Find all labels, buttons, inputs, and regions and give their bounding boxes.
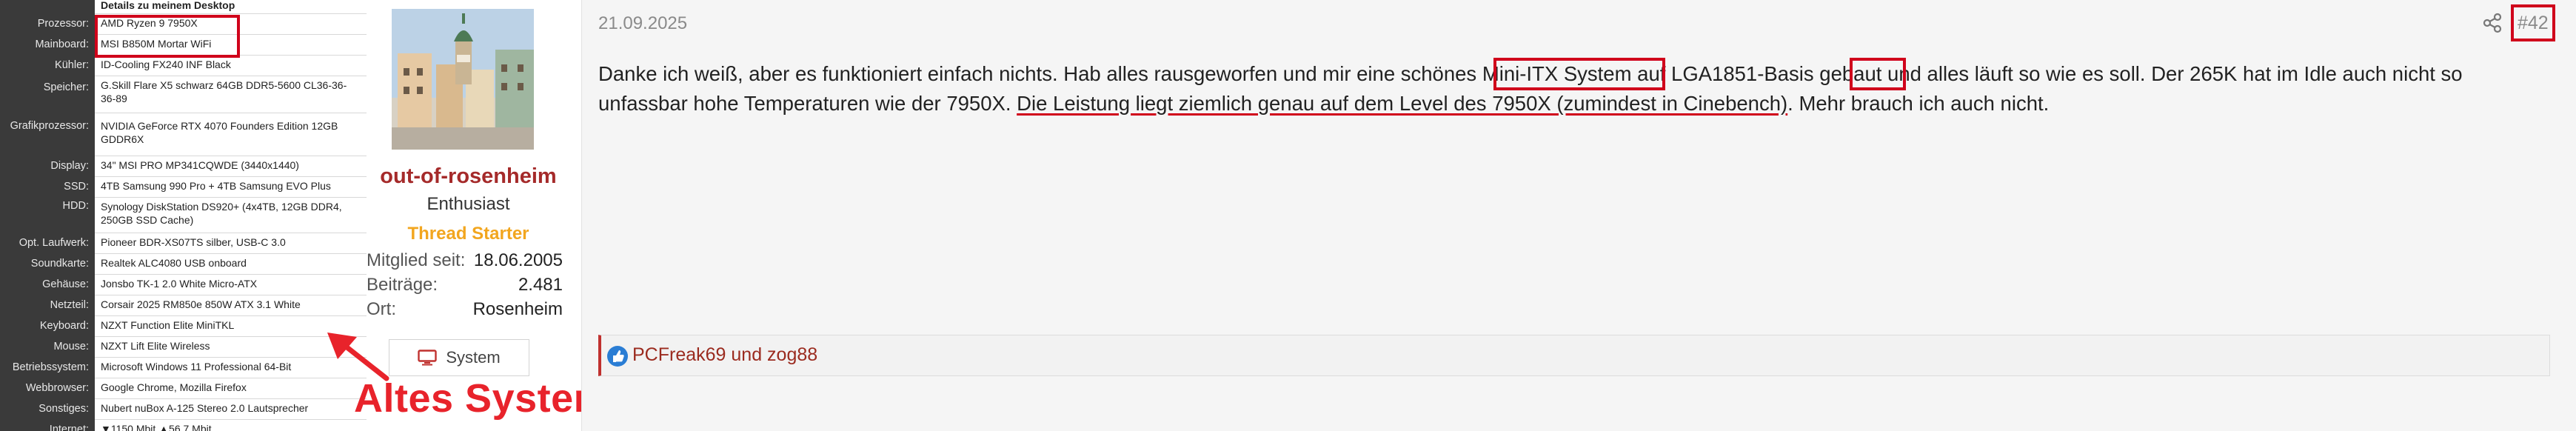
system-button[interactable]: System xyxy=(389,339,529,376)
spec-label: Netzteil: xyxy=(50,299,89,311)
spec-row: Gehäuse: Jonsbo TK-1 2.0 White Micro-ATX xyxy=(0,274,367,295)
spec-sidebar: Details zu meinem Desktop Prozessor: AMD… xyxy=(0,0,367,431)
spec-row: Grafikprozessor: NVIDIA GeForce RTX 4070… xyxy=(0,113,367,156)
spec-label: Kühler: xyxy=(55,59,89,71)
spec-label: Sonstiges: xyxy=(39,403,89,415)
spec-label: Prozessor: xyxy=(37,18,89,30)
spec-row: Netzteil: Corsair 2025 RM850e 850W ATX 3… xyxy=(0,295,367,315)
spec-label: Display: xyxy=(50,160,89,172)
spec-row: Betriebssystem: Microsoft Windows 11 Pro… xyxy=(0,357,367,378)
post-text-segment: . Mehr brauch ich auch nicht. xyxy=(1787,92,2050,115)
spec-label: Mouse: xyxy=(53,341,89,353)
spec-header-title: Details zu meinem Desktop xyxy=(101,0,235,11)
spec-row: Display: 34" MSI PRO MP341CQWDE (3440x14… xyxy=(0,156,367,176)
spec-label: Opt. Laufwerk: xyxy=(19,237,89,249)
spec-value: ID-Cooling FX240 INF Black xyxy=(95,55,367,76)
post-body: 21.09.2025 #42 Danke ich weiß, aber es f… xyxy=(581,0,2576,431)
stat-label: Mitglied seit: xyxy=(367,250,466,270)
spec-label: Gehäuse: xyxy=(42,278,89,290)
spec-row: Sonstiges: Nubert nuBox A-125 Stereo 2.0… xyxy=(0,398,367,419)
post-text-segment: Danke ich weiß, aber es funktioniert ein… xyxy=(598,62,1482,85)
spec-header: Details zu meinem Desktop xyxy=(95,0,367,13)
post-text-segment: gebaut und alles läuft so wie es soll. D… xyxy=(1813,62,2190,85)
spec-value: Nubert nuBox A-125 Stereo 2.0 Lautsprech… xyxy=(95,398,367,419)
spec-label: HDD: xyxy=(62,200,89,212)
spec-row: Prozessor: AMD Ryzen 9 7950X xyxy=(0,13,367,34)
monitor-icon xyxy=(418,350,438,366)
annotation-label: Altes System xyxy=(354,376,610,421)
stat-value: 18.06.2005 xyxy=(473,250,563,270)
system-button-label: System xyxy=(446,348,501,367)
spec-label: Webbrowser: xyxy=(25,382,89,394)
spec-value: Pioneer BDR-XS07TS silber, USB-C 3.0 xyxy=(95,233,367,253)
spec-value: NVIDIA GeForce RTX 4070 Founders Edition… xyxy=(95,113,367,156)
spec-value: G.Skill Flare X5 schwarz 64GB DDR5-5600 … xyxy=(95,76,367,113)
spec-row: Internet: ▼1150 Mbit ▲56,7 Mbit xyxy=(0,419,367,431)
reaction-bar: PCFreak69 und zog88 xyxy=(598,335,2550,376)
stat-value: Rosenheim xyxy=(472,299,563,319)
spec-value: Jonsbo TK-1 2.0 White Micro-ATX xyxy=(95,274,367,295)
username-link[interactable]: out-of-rosenheim xyxy=(367,164,570,189)
thumbs-up-icon xyxy=(607,346,628,367)
spec-row: Soundkarte: Realtek ALC4080 USB onboard xyxy=(0,253,367,274)
annotation-arrow xyxy=(327,333,389,381)
spec-value: 4TB Samsung 990 Pro + 4TB Samsung EVO Pl… xyxy=(95,176,367,197)
reaction-users[interactable]: PCFreak69 und zog88 xyxy=(632,344,817,366)
user-title: Enthusiast xyxy=(426,194,510,214)
spec-label: Soundkarte: xyxy=(30,258,89,270)
post-text-highlight: 265K xyxy=(2189,62,2238,85)
spec-row: Kühler: ID-Cooling FX240 INF Black xyxy=(0,55,367,76)
avatar[interactable] xyxy=(392,9,534,150)
post-text-underlined: Die Leistung liegt ziemlich genau auf de… xyxy=(1017,92,1788,115)
spec-value: ▼1150 Mbit ▲56,7 Mbit xyxy=(95,419,367,431)
spec-value: MSI B850M Mortar WiFi xyxy=(95,34,367,55)
spec-row: SSD: 4TB Samsung 990 Pro + 4TB Samsung E… xyxy=(0,176,367,197)
spec-label: Keyboard: xyxy=(39,320,89,332)
spec-row: Speicher: G.Skill Flare X5 schwarz 64GB … xyxy=(0,76,367,113)
post-number-link[interactable]: #42 xyxy=(2518,13,2549,34)
spec-value: AMD Ryzen 9 7950X xyxy=(95,13,367,34)
spec-label: Internet: xyxy=(49,424,89,431)
post-date[interactable]: 21.09.2025 xyxy=(598,13,687,34)
spec-value: Synology DiskStation DS920+ (4x4TB, 12GB… xyxy=(95,197,367,233)
post-text: Danke ich weiß, aber es funktioniert ein… xyxy=(598,59,2523,118)
avatar-image xyxy=(392,9,534,150)
spec-row: Webbrowser: Google Chrome, Mozilla Firef… xyxy=(0,378,367,398)
post-text-highlight: Mini-ITX System auf LGA1851-Basis xyxy=(1482,62,1814,85)
thread-starter-badge: Thread Starter xyxy=(407,224,529,244)
share-icon[interactable] xyxy=(2481,12,2503,34)
spec-value: Realtek ALC4080 USB onboard xyxy=(95,253,367,274)
spec-label: Betriebssystem: xyxy=(12,361,89,373)
stat-label: Beiträge: xyxy=(367,275,438,295)
spec-row: Keyboard: NZXT Function Elite MiniTKL xyxy=(0,315,367,336)
spec-label: SSD: xyxy=(64,181,89,193)
spec-row: HDD: Synology DiskStation DS920+ (4x4TB,… xyxy=(0,197,367,233)
spec-value: 34" MSI PRO MP341CQWDE (3440x1440) xyxy=(95,156,367,176)
spec-row: Mainboard: MSI B850M Mortar WiFi xyxy=(0,34,367,55)
spec-label: Speicher: xyxy=(43,81,89,93)
stat-label: Ort: xyxy=(367,299,396,319)
spec-label: Mainboard: xyxy=(35,39,89,50)
user-card: out-of-rosenheim Enthusiast Thread Start… xyxy=(367,0,570,431)
stat-value: 2.481 xyxy=(518,275,563,295)
spec-row: Opt. Laufwerk: Pioneer BDR-XS07TS silber… xyxy=(0,233,367,253)
spec-row: Mouse: NZXT Lift Elite Wireless xyxy=(0,336,367,357)
spec-label: Grafikprozessor: xyxy=(10,120,89,132)
spec-value: Corsair 2025 RM850e 850W ATX 3.1 White xyxy=(95,295,367,315)
